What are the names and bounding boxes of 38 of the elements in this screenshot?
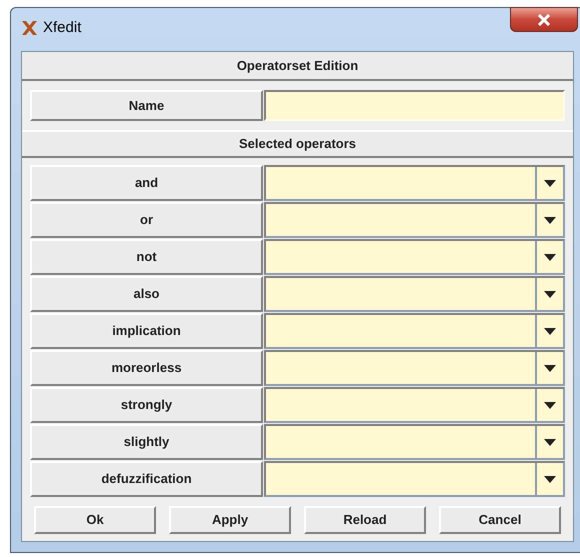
operator-button[interactable]: not — [30, 239, 263, 275]
dropdown-arrow-icon — [544, 364, 556, 372]
name-label[interactable]: Name — [30, 90, 263, 121]
dialog-button[interactable]: Cancel — [439, 506, 561, 534]
operator-dropdown[interactable] — [264, 202, 565, 238]
operator-button[interactable]: also — [30, 276, 263, 312]
operator-button[interactable]: strongly — [30, 387, 263, 423]
dropdown-arrow-icon — [544, 180, 556, 186]
dropdown-arrow-icon — [544, 290, 556, 298]
dropdown-arrow-icon — [544, 476, 556, 482]
dropdown-arrow-icon — [544, 216, 556, 224]
close-button[interactable] — [510, 7, 578, 32]
operator-button[interactable]: or — [30, 202, 263, 238]
operator-dropdown[interactable] — [264, 387, 565, 423]
close-icon — [537, 14, 551, 26]
dialog-button[interactable]: Apply — [169, 506, 291, 534]
operator-dropdown[interactable] — [264, 350, 565, 386]
operator-button[interactable]: slightly — [30, 424, 263, 460]
operator-dropdown[interactable] — [264, 239, 565, 275]
operator-button[interactable]: and — [30, 165, 263, 201]
dialog-button[interactable]: Ok — [34, 506, 156, 534]
dialog-button[interactable]: Reload — [304, 506, 426, 534]
operator-button[interactable]: implication — [30, 313, 263, 349]
operator-button[interactable]: moreorless — [30, 350, 263, 386]
dropdown-arrow-icon — [544, 402, 556, 408]
dropdown-arrow-icon — [544, 254, 556, 260]
window-title: Xfedit — [43, 18, 82, 38]
name-field[interactable] — [264, 90, 565, 121]
dropdown-arrow-icon — [544, 328, 556, 334]
operator-dropdown[interactable] — [264, 424, 565, 460]
operator-dropdown[interactable] — [264, 313, 565, 349]
app-logo-icon — [21, 20, 38, 36]
operator-dropdown[interactable] — [264, 165, 565, 201]
operator-dropdown[interactable] — [264, 461, 565, 497]
operator-button[interactable]: defuzzification — [30, 461, 263, 497]
dropdown-arrow-icon — [544, 438, 556, 446]
section-header: Selected operators — [22, 130, 573, 158]
operator-dropdown[interactable] — [264, 276, 565, 312]
